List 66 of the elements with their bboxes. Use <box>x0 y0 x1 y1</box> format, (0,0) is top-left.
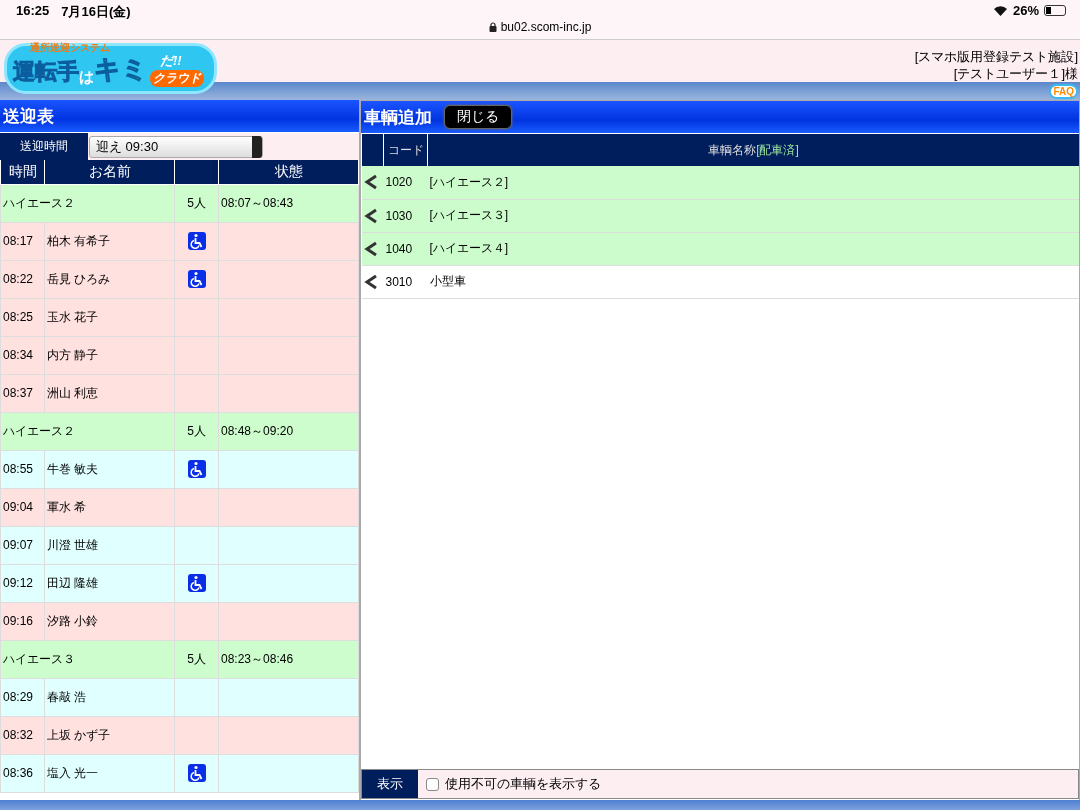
clock-time: 16:25 <box>16 3 50 20</box>
name-cell: 川澄 世雄 <box>44 526 175 564</box>
column-header: お名前 <box>44 160 175 184</box>
code-cell: 1030 <box>383 199 428 232</box>
date-text: 7月16日(金) <box>61 3 131 21</box>
checkbox-label[interactable]: 使用不可の車輌を表示する <box>445 775 601 793</box>
checkbox[interactable] <box>426 777 439 791</box>
name-cell: 内方 静子 <box>44 336 175 374</box>
column-header: 状態 <box>218 160 359 184</box>
vehicle-name: ハイエース２ <box>0 184 175 222</box>
name-cell: 玉水 花子 <box>44 298 175 336</box>
name-cell: 田辺 隆雄 <box>44 564 175 602</box>
code-cell: 3010 <box>383 265 428 298</box>
name-cell: 軍水 希 <box>44 488 175 526</box>
name-cell: 塩入 光一 <box>44 754 175 792</box>
footer-label: 表示 <box>362 770 418 798</box>
time-range: 08:07～08:43 <box>218 184 359 222</box>
time-cell: 08:32 <box>0 716 45 754</box>
vehicle-name: 小型車 <box>427 265 1079 298</box>
name-cell: 柏木 有希子 <box>44 222 175 260</box>
time-cell: 08:34 <box>0 336 45 374</box>
time-range: 08:48～09:20 <box>218 412 359 450</box>
passenger-count: 5人 <box>174 184 219 222</box>
passenger-count: 5人 <box>174 640 219 678</box>
vehicle-name: [ハイエース２] <box>427 166 1079 199</box>
name-cell: 岳見 ひろみ <box>44 260 175 298</box>
passenger-count: 5人 <box>174 412 219 450</box>
panel-title: 送迎表 <box>0 100 359 133</box>
time-range: 08:23～08:46 <box>218 640 359 678</box>
panel-title: 車輌追加 <box>364 106 432 129</box>
time-select[interactable]: 迎え 09:30 <box>89 135 263 158</box>
column-header: 時間 <box>0 160 45 184</box>
time-cell: 08:29 <box>0 678 45 716</box>
time-cell: 09:07 <box>0 526 45 564</box>
name-cell: 牛巻 敏夫 <box>44 450 175 488</box>
time-cell: 09:16 <box>0 602 45 640</box>
time-cell: 08:37 <box>0 374 45 412</box>
time-cell: 09:04 <box>0 488 45 526</box>
column-header: コード <box>383 134 428 166</box>
close-button[interactable]: 閉じる <box>444 105 512 129</box>
column-header: 車輌名称[配車済] <box>427 134 1079 166</box>
lock-icon <box>488 22 497 32</box>
url-text[interactable]: bu02.scom-inc.jp <box>500 20 592 34</box>
time-cell: 08:17 <box>0 222 45 260</box>
name-cell: 汐路 小鈴 <box>44 602 175 640</box>
code-cell: 1040 <box>383 232 428 265</box>
vehicle-name: [ハイエース３] <box>427 199 1079 232</box>
battery-percent: 26% <box>1012 3 1039 18</box>
name-cell: 上坂 かず子 <box>44 716 175 754</box>
name-cell: 洲山 利恵 <box>44 374 175 412</box>
user-name: [テストユーザー１]様 <box>953 65 1078 82</box>
time-cell: 08:55 <box>0 450 45 488</box>
time-cell: 08:25 <box>0 298 45 336</box>
facility-name: [スマホ版用登録テスト施設] <box>914 48 1078 65</box>
field-label: 送迎時間 <box>0 133 88 160</box>
time-cell: 08:22 <box>0 260 45 298</box>
vehicle-name: [ハイエース４] <box>427 232 1079 265</box>
wifi-icon <box>992 5 1008 16</box>
time-cell: 09:12 <box>0 564 45 602</box>
code-cell: 1020 <box>383 166 428 199</box>
logo-tagline: 通所送迎システム <box>30 41 110 55</box>
vehicle-name: ハイエース２ <box>0 412 175 450</box>
name-cell: 春敲 浩 <box>44 678 175 716</box>
vehicle-name: ハイエース３ <box>0 640 175 678</box>
time-cell: 08:36 <box>0 754 45 792</box>
battery-icon <box>1044 5 1066 16</box>
